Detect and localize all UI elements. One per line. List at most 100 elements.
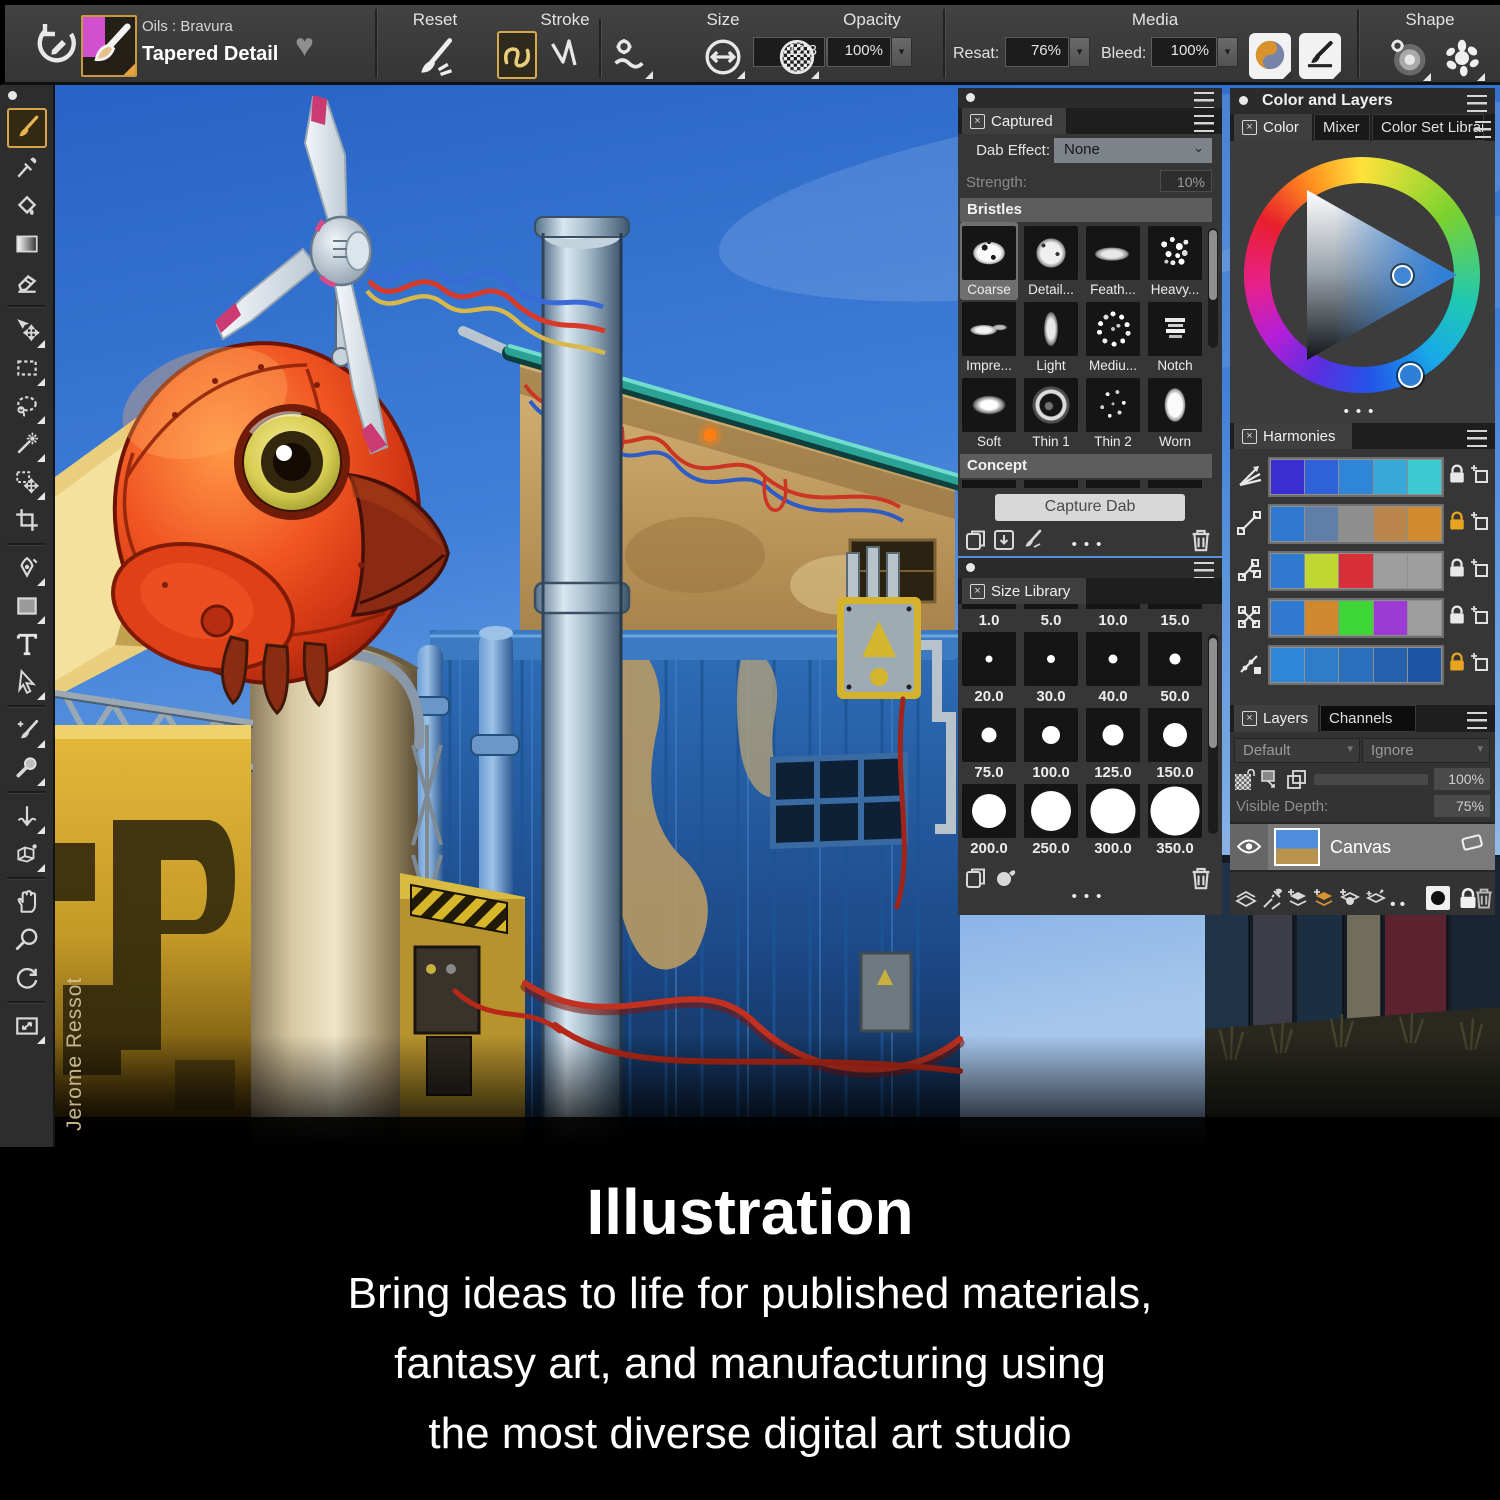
harmony-swatch[interactable] bbox=[1374, 648, 1407, 682]
tool-dropper[interactable] bbox=[9, 150, 45, 186]
harmony-spread-icon[interactable] bbox=[1234, 461, 1264, 491]
dab-tile[interactable] bbox=[1024, 226, 1078, 280]
layer-blend-dropdown[interactable]: Default▾ bbox=[1234, 738, 1360, 763]
preserve-transparency-icon[interactable] bbox=[1234, 769, 1256, 791]
pickup-underlying-icon[interactable] bbox=[1260, 769, 1282, 791]
harmony-swatch[interactable] bbox=[1374, 554, 1407, 588]
lock-icon[interactable] bbox=[1448, 604, 1466, 625]
dab-tile[interactable] bbox=[1024, 378, 1078, 432]
close-tab-icon[interactable]: × bbox=[1242, 711, 1257, 726]
tool-brush[interactable] bbox=[7, 108, 47, 148]
tool-dodge[interactable] bbox=[9, 750, 45, 786]
harmony-swatch[interactable] bbox=[1271, 648, 1304, 682]
harmony-swatch[interactable] bbox=[1271, 601, 1304, 635]
add-swatch-icon[interactable] bbox=[1470, 510, 1490, 530]
size-tile[interactable] bbox=[1086, 708, 1140, 762]
harmony-swatch[interactable] bbox=[1271, 554, 1304, 588]
size-tile[interactable] bbox=[1024, 632, 1078, 686]
size-library-group-header[interactable] bbox=[958, 558, 1222, 578]
tool-magic-wand[interactable] bbox=[9, 426, 45, 462]
harmony-swatch[interactable] bbox=[1305, 507, 1338, 541]
strength-value-field[interactable]: 10% bbox=[1160, 170, 1212, 192]
new-layer-icon[interactable] bbox=[1286, 887, 1310, 911]
panel-resize-dots[interactable]: ••• bbox=[1332, 403, 1392, 420]
add-swatch-icon[interactable] bbox=[1470, 651, 1490, 671]
concept-section-header[interactable]: Concept bbox=[960, 454, 1212, 478]
harmony-swatch[interactable] bbox=[1374, 601, 1407, 635]
tool-rect-select[interactable] bbox=[9, 350, 45, 386]
dab-tile[interactable] bbox=[962, 302, 1016, 356]
layers-menu-icon[interactable] bbox=[1467, 712, 1487, 729]
harmony-swatch[interactable] bbox=[1408, 507, 1441, 541]
stroke-freehand-button[interactable] bbox=[497, 31, 537, 79]
dab-scrollbar[interactable] bbox=[1208, 228, 1218, 348]
harmony-cross-icon[interactable] bbox=[1234, 602, 1264, 632]
resat-value-field[interactable]: 76% bbox=[1005, 37, 1069, 67]
reset-brush-icon[interactable] bbox=[413, 35, 457, 79]
tool-transform[interactable] bbox=[9, 464, 45, 500]
size-tile[interactable] bbox=[1024, 708, 1078, 762]
tool-paint-bucket[interactable] bbox=[9, 188, 45, 224]
captured-menu-icon[interactable] bbox=[1194, 115, 1214, 132]
color-layers-group-header[interactable]: Color and Layers bbox=[1230, 88, 1495, 114]
dab-tile[interactable] bbox=[962, 378, 1016, 432]
harmony-swatch[interactable] bbox=[1374, 507, 1407, 541]
tool-rotate-page[interactable] bbox=[9, 960, 45, 996]
dab-tile[interactable] bbox=[962, 226, 1016, 280]
harmony-swatch[interactable] bbox=[1339, 507, 1372, 541]
harmony-swatch[interactable] bbox=[1305, 601, 1338, 635]
tool-rect-shape[interactable] bbox=[9, 588, 45, 624]
trash-icon[interactable] bbox=[1474, 886, 1494, 910]
add-swatch-icon[interactable] bbox=[1470, 604, 1490, 624]
opacity-icon-button[interactable] bbox=[777, 37, 819, 79]
dynamic-plugins-icon[interactable] bbox=[1260, 887, 1284, 911]
bleed-dropdown-button[interactable]: ▾ bbox=[1217, 37, 1238, 67]
reset-rotate-icon[interactable] bbox=[33, 21, 81, 69]
harmony-swatch[interactable] bbox=[1305, 648, 1338, 682]
stroke-straight-button[interactable] bbox=[545, 31, 585, 79]
harmony-swatch[interactable] bbox=[1339, 554, 1372, 588]
tool-perspective-grid[interactable] bbox=[9, 836, 45, 872]
harmony-swatch[interactable] bbox=[1374, 460, 1407, 494]
bleed-value-field[interactable]: 100% bbox=[1151, 37, 1217, 67]
tool-gradient[interactable] bbox=[9, 226, 45, 262]
tool-eraser[interactable] bbox=[9, 264, 45, 300]
harmony-steps-icon[interactable] bbox=[1234, 649, 1264, 679]
tab-harmonies[interactable]: × Harmonies bbox=[1234, 423, 1352, 449]
apply-dab-brush-icon[interactable] bbox=[1020, 528, 1044, 552]
tool-crop[interactable] bbox=[9, 502, 45, 538]
size-tile[interactable] bbox=[1148, 632, 1202, 686]
tool-magnifier[interactable] bbox=[9, 922, 45, 958]
size-tile[interactable] bbox=[962, 708, 1016, 762]
size-tile[interactable] bbox=[1086, 784, 1140, 838]
close-tab-icon[interactable]: × bbox=[970, 114, 985, 129]
resat-dropdown-button[interactable]: ▾ bbox=[1069, 37, 1090, 67]
harmony-swatch[interactable] bbox=[1408, 648, 1441, 682]
media-blend-button[interactable] bbox=[1249, 33, 1291, 79]
panel-drag-dot[interactable] bbox=[1239, 96, 1248, 105]
layer-opacity-slider[interactable] bbox=[1314, 774, 1428, 785]
size-tile[interactable] bbox=[962, 632, 1016, 686]
tool-mirror-paint[interactable] bbox=[9, 798, 45, 834]
size-tile[interactable] bbox=[1024, 784, 1078, 838]
lock-icon[interactable] bbox=[1448, 557, 1466, 578]
harmony-swatch[interactable] bbox=[1305, 554, 1338, 588]
size-scrollbar[interactable] bbox=[1208, 634, 1218, 834]
media-brush-loading-button[interactable] bbox=[1299, 33, 1341, 79]
tool-text[interactable] bbox=[9, 626, 45, 662]
close-tab-icon[interactable]: × bbox=[970, 584, 985, 599]
size-dab-icon[interactable] bbox=[994, 866, 1018, 890]
new-mask-layer-icon[interactable] bbox=[1364, 887, 1388, 911]
tab-color-set-libraries[interactable]: Color Set Libraries bbox=[1372, 114, 1484, 141]
tool-layer-adjuster[interactable] bbox=[9, 312, 45, 348]
dab-effect-dropdown[interactable]: None ⌄ bbox=[1054, 138, 1212, 163]
brush-preview-tile[interactable] bbox=[81, 15, 137, 77]
close-tab-icon[interactable]: × bbox=[1242, 429, 1257, 444]
copy-dabs-icon[interactable] bbox=[964, 528, 988, 552]
size-tile[interactable] bbox=[1148, 708, 1202, 762]
dab-tile[interactable] bbox=[1024, 302, 1078, 356]
harmony-swatch[interactable] bbox=[1339, 460, 1372, 494]
harmony-line-icon[interactable] bbox=[1234, 508, 1264, 538]
lock-icon[interactable] bbox=[1448, 510, 1466, 531]
size-scrollbar-thumb[interactable] bbox=[1209, 638, 1217, 748]
